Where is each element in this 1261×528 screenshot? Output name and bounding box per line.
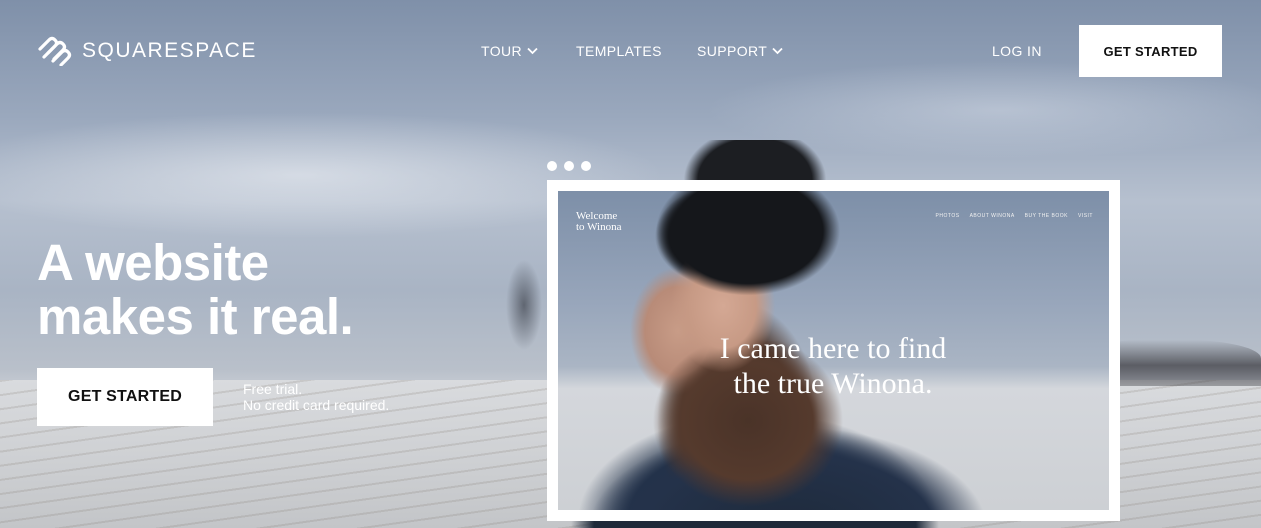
preview-nav-item: VISIT (1077, 213, 1093, 219)
login-label: LOG IN (992, 43, 1042, 59)
preview-site-title-line-2: to Winona (576, 221, 622, 233)
login-link[interactable]: LOG IN (992, 43, 1042, 59)
preview-nav-item: PHOTOS (935, 213, 960, 219)
nav-get-started-button[interactable]: GET STARTED (1079, 25, 1222, 77)
preview-nav-item: ABOUT WINONA (969, 213, 1015, 219)
nav-item-label: SUPPORT (697, 43, 768, 59)
trial-note-line-2: No credit card required. (243, 397, 390, 413)
top-navigation: SQUARESPACE TOUR TEMPLATES SUPPORT LOG I… (0, 0, 1261, 100)
preview-headline-line-2: the true Winona. (733, 367, 933, 400)
trial-note: Free trial. No credit card required. (243, 381, 389, 413)
window-dot (581, 161, 591, 171)
chevron-down-icon (772, 47, 783, 55)
preview-site-nav: PHOTOS ABOUT WINONA BUY THE BOOK VISIT (936, 213, 1093, 219)
window-dot (547, 161, 557, 171)
preview-headline: I came here to find the true Winona. (698, 331, 968, 401)
window-dot (564, 161, 574, 171)
nav-item-tour[interactable]: TOUR (481, 43, 538, 59)
brand-name: SQUARESPACE (82, 39, 257, 62)
chevron-down-icon (527, 47, 538, 55)
nav-item-label: TEMPLATES (576, 43, 662, 59)
preview-site-title: Welcome to Winona (576, 211, 622, 233)
preview-hat (648, 191, 848, 321)
nav-item-support[interactable]: SUPPORT (697, 43, 783, 59)
preview-nav-item: BUY THE BOOK (1024, 213, 1068, 219)
brand-logo[interactable]: SQUARESPACE (36, 36, 257, 66)
trial-note-line-1: Free trial. (243, 381, 303, 397)
squarespace-logo-icon (38, 36, 72, 66)
browser-window-dots (547, 161, 591, 171)
hero-title-line-2: makes it real. (37, 288, 354, 345)
nav-item-label: TOUR (481, 43, 523, 59)
nav-item-templates[interactable]: TEMPLATES (576, 43, 662, 59)
preview-headline-line-1: I came here to find (719, 332, 947, 365)
hero-title: A website makes it real. (37, 236, 457, 344)
hero-title-line-1: A website (37, 234, 269, 291)
hero-get-started-button[interactable]: GET STARTED (37, 368, 213, 426)
website-preview-frame: Welcome to Winona PHOTOS ABOUT WINONA BU… (547, 180, 1120, 521)
